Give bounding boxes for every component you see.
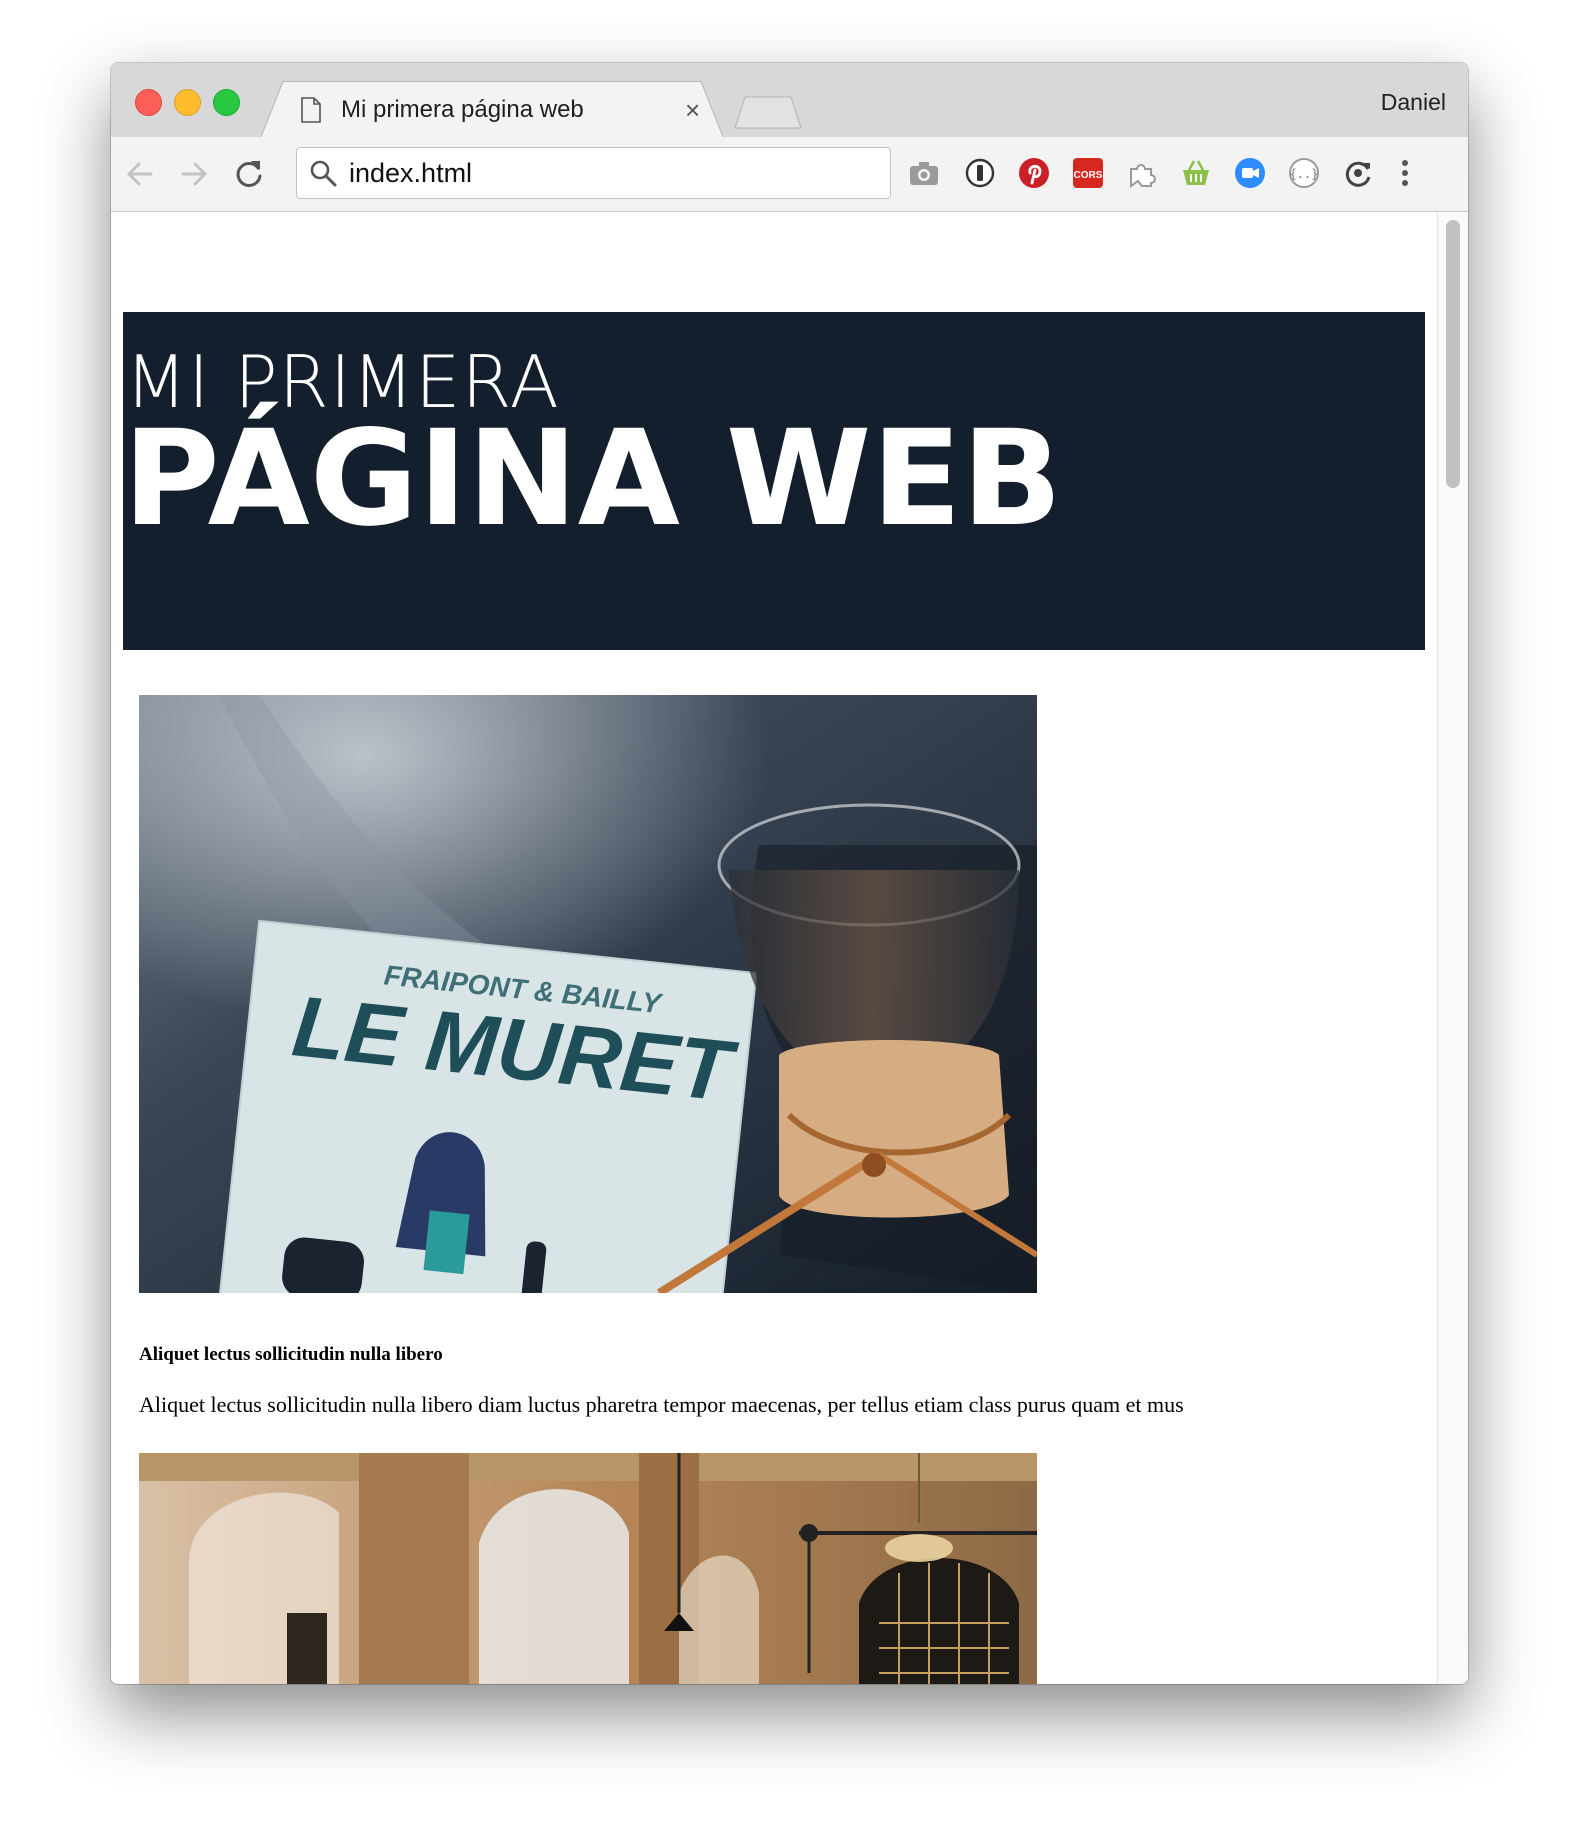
tab-outline <box>261 81 723 137</box>
toolbar: index.html CORS {..} <box>111 137 1468 212</box>
puzzle-icon[interactable] <box>1125 156 1159 190</box>
page-viewport: MI PRIMERA PÁGINA WEB FRAIPONT & BAILLY … <box>111 212 1437 1684</box>
1password-icon[interactable] <box>963 156 997 190</box>
address-bar[interactable]: index.html <box>296 147 891 199</box>
address-text: index.html <box>349 158 473 188</box>
library-hall-photo <box>139 1453 1037 1684</box>
maximize-window-button[interactable] <box>213 89 240 116</box>
cors-label: CORS <box>1074 170 1103 181</box>
zoom-video-icon[interactable] <box>1233 156 1267 190</box>
hero-banner: MI PRIMERA PÁGINA WEB <box>123 312 1425 650</box>
forward-arrow-icon[interactable] <box>177 157 211 191</box>
new-tab-button[interactable] <box>733 95 803 129</box>
title-bar: Mi primera página web × Daniel <box>111 63 1468 137</box>
json-viewer-icon[interactable]: {..} <box>1287 156 1321 190</box>
book-and-coffee-photo: FRAIPONT & BAILLY LE MURET <box>139 695 1037 1293</box>
back-arrow-icon[interactable] <box>123 157 157 191</box>
minimize-window-button[interactable] <box>174 89 201 116</box>
close-window-button[interactable] <box>135 89 162 116</box>
menu-icon[interactable] <box>1395 156 1415 190</box>
section-heading: Aliquet lectus sollicitudin nulla libero <box>139 1344 443 1365</box>
reload-icon[interactable] <box>232 157 266 191</box>
cors-icon[interactable]: CORS <box>1071 156 1105 190</box>
sync-icon[interactable] <box>1341 156 1375 190</box>
browser-window: Mi primera página web × Daniel index.htm… <box>111 63 1468 1684</box>
vertical-scrollbar[interactable] <box>1437 212 1468 1684</box>
camera-icon[interactable] <box>907 156 941 190</box>
pinterest-icon[interactable] <box>1017 156 1051 190</box>
profile-name[interactable]: Daniel <box>1381 89 1446 116</box>
svg-text:{..}: {..} <box>1290 167 1319 181</box>
search-icon <box>310 160 337 187</box>
section-paragraph: Aliquet lectus sollicitudin nulla libero… <box>139 1392 1184 1417</box>
hero-title-line2: PÁGINA WEB <box>123 402 1063 556</box>
scrollbar-thumb[interactable] <box>1446 220 1460 488</box>
basket-icon[interactable] <box>1179 156 1213 190</box>
